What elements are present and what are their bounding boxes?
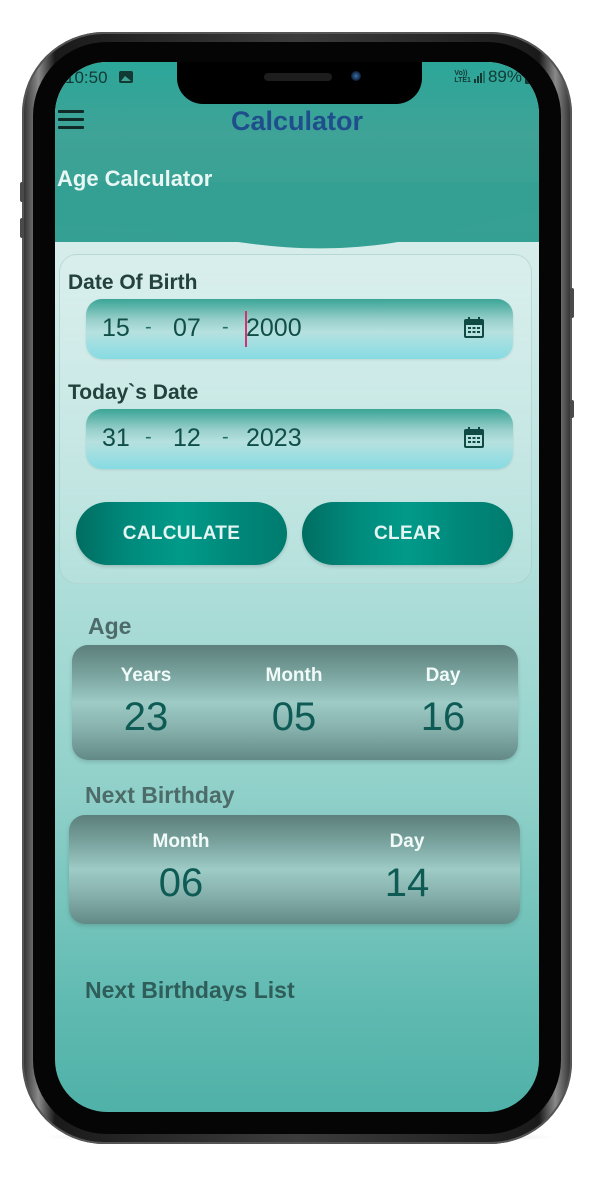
volte-lte-icon: Vo)) LTE1 <box>454 70 471 84</box>
section-heading: Age Calculator <box>57 166 213 191</box>
volume-button <box>20 182 24 202</box>
age-day-label: Day <box>425 665 461 686</box>
battery-icon <box>525 70 537 84</box>
calculate-button[interactable]: CALCULATE <box>76 502 287 565</box>
age-day-value: 16 <box>420 695 466 739</box>
status-time: 10:50 <box>65 68 108 87</box>
age-years-value: 23 <box>123 695 169 739</box>
app-title: Calculator <box>230 106 364 136</box>
age-result-card: Years 23 Month 05 Day 16 <box>72 645 518 760</box>
next-birthdays-list-title: Next Birthdays List <box>85 977 295 1001</box>
dob-day[interactable]: 15 <box>102 314 130 343</box>
today-day[interactable]: 31 <box>102 424 130 453</box>
earpiece-speaker <box>264 73 332 81</box>
status-indicators: Vo)) LTE1 89% <box>454 67 537 87</box>
app-screen: 10:50 Vo)) LTE1 89% Calculator Age Calcul… <box>55 62 539 1112</box>
next-birthday-month-value: 06 <box>158 861 204 905</box>
volume-button <box>20 218 24 238</box>
today-date-field[interactable]: 31 - 12 - 2023 <box>86 409 513 469</box>
age-years-label: Years <box>120 665 172 686</box>
header-wave <box>55 182 539 249</box>
calendar-icon[interactable] <box>463 427 485 449</box>
today-month[interactable]: 12 <box>173 424 201 453</box>
phone-notch <box>177 62 422 104</box>
age-title: Age <box>88 613 132 639</box>
dob-year[interactable]: 2000 <box>246 314 302 343</box>
battery-percent: 89% <box>487 67 522 86</box>
dob-label: Date Of Birth <box>68 271 198 294</box>
age-month-value: 05 <box>271 695 317 739</box>
date-separator: - <box>222 316 229 338</box>
today-label: Today`s Date <box>68 381 199 404</box>
next-birthday-day-value: 14 <box>384 861 430 905</box>
date-separator: - <box>145 316 152 338</box>
power-button <box>570 288 574 318</box>
next-birthday-day-label: Day <box>389 831 425 852</box>
side-button <box>570 400 574 418</box>
calendar-icon[interactable] <box>463 317 485 339</box>
dob-date-field[interactable]: 15 - 07 - 2000 <box>86 299 513 359</box>
today-year[interactable]: 2023 <box>246 424 302 453</box>
next-birthday-title: Next Birthday <box>85 782 235 808</box>
front-camera <box>351 71 361 81</box>
next-birthday-month-label: Month <box>152 831 210 852</box>
age-month-label: Month <box>265 665 323 686</box>
next-birthday-card: Month 06 Day 14 <box>69 815 520 924</box>
image-notification-icon <box>119 71 133 83</box>
date-separator: - <box>145 426 152 448</box>
clear-button[interactable]: CLEAR <box>302 502 513 565</box>
dob-month[interactable]: 07 <box>173 314 201 343</box>
signal-strength-icon <box>473 71 485 83</box>
date-separator: - <box>222 426 229 448</box>
